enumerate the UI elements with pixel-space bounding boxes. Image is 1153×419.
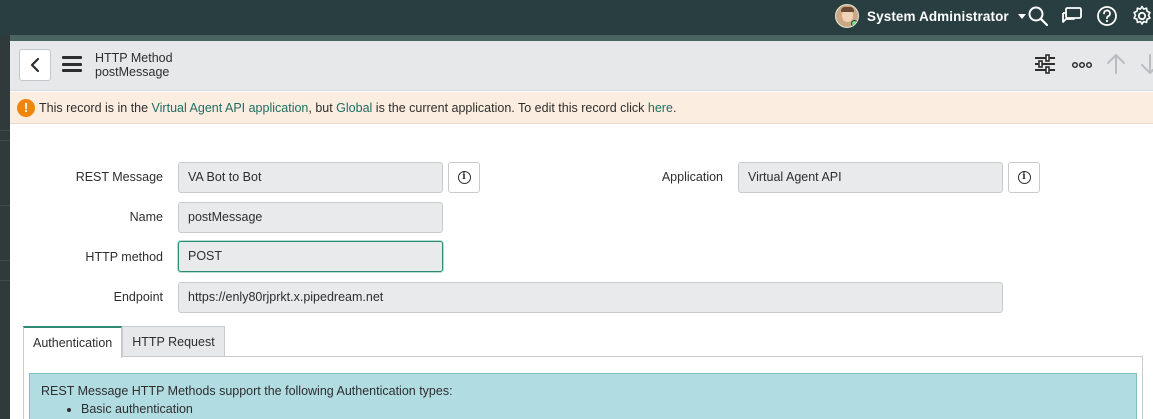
record-name: postMessage: [95, 65, 170, 79]
auth-info-text: REST Message HTTP Methods support the fo…: [41, 384, 453, 398]
warning-icon: !: [17, 98, 35, 117]
rest-message-field[interactable]: VA Bot to Bot: [178, 162, 443, 193]
user-name: System Administrator: [867, 8, 1009, 24]
auth-info-message: REST Message HTTP Methods support the fo…: [29, 373, 1137, 419]
navigator-collapsed: [0, 35, 10, 419]
rest-message-info-button[interactable]: i: [448, 162, 480, 193]
search-icon[interactable]: [1027, 5, 1049, 27]
avatar: [835, 4, 859, 28]
application-field[interactable]: Virtual Agent API: [738, 162, 1003, 193]
up-arrow-icon[interactable]: [1105, 53, 1127, 75]
http-method-label: HTTP method: [85, 250, 163, 264]
user-menu[interactable]: System Administrator: [835, 4, 1026, 28]
chevron-down-icon: [1017, 13, 1026, 19]
list-item: Basic authentication: [81, 402, 1125, 416]
info-icon: i: [1017, 171, 1031, 184]
endpoint-label: Endpoint: [113, 290, 163, 304]
scope-link[interactable]: Global: [336, 101, 372, 115]
personalize-icon[interactable]: [1034, 53, 1056, 75]
authentication-panel: REST Message HTTP Methods support the fo…: [23, 356, 1143, 419]
tab-http-request[interactable]: HTTP Request: [122, 326, 225, 357]
page-title: HTTP Method postMessage: [95, 51, 173, 79]
rest-message-label: REST Message: [75, 170, 163, 184]
form-content: HTTP Method postMessage ! This record is…: [10, 41, 1153, 419]
http-method-field[interactable]: POST: [178, 241, 443, 272]
form-header: HTTP Method postMessage: [10, 41, 1153, 91]
gear-icon[interactable]: [1131, 5, 1153, 27]
back-icon: [30, 57, 40, 73]
name-field[interactable]: postMessage: [178, 202, 443, 233]
form-tabs: Authentication HTTP Request: [23, 326, 225, 358]
application-label: Application: [661, 170, 723, 184]
scope-notice: ! This record is in the Virtual Agent AP…: [10, 92, 1153, 124]
more-icon[interactable]: [1071, 53, 1093, 75]
here-link[interactable]: here: [648, 101, 673, 115]
info-icon: i: [457, 171, 471, 184]
menu-icon[interactable]: [62, 56, 82, 72]
endpoint-field[interactable]: https://enly80rjprkt.x.pipedream.net: [178, 282, 1003, 313]
application-info-button[interactable]: i: [1008, 162, 1040, 193]
down-arrow-icon[interactable]: [1139, 53, 1153, 75]
help-icon[interactable]: [1096, 5, 1118, 27]
notice-text: This record is in the Virtual Agent API …: [39, 100, 677, 115]
top-banner: System Administrator: [0, 0, 1153, 35]
tab-authentication[interactable]: Authentication: [23, 326, 123, 358]
chat-icon[interactable]: [1061, 5, 1083, 27]
name-label: Name: [129, 210, 163, 224]
back-button[interactable]: [19, 49, 51, 81]
table-label: HTTP Method: [95, 51, 173, 65]
application-link[interactable]: Virtual Agent API application: [152, 101, 309, 115]
